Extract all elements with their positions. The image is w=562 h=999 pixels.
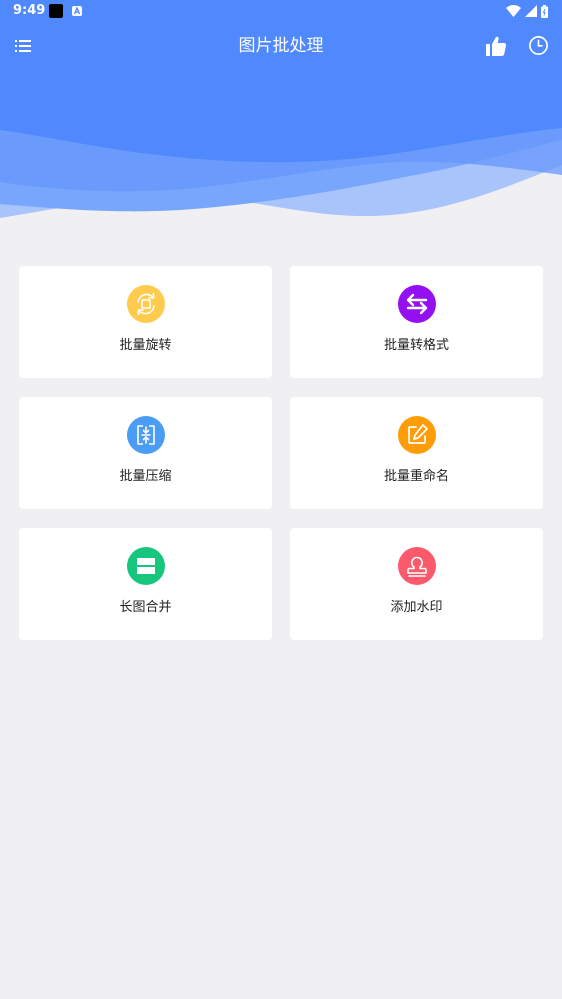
notification-app-icon (49, 4, 63, 18)
wifi-icon (506, 4, 521, 17)
feature-label: 批量转格式 (383, 338, 449, 353)
battery-icon (541, 4, 548, 18)
feature-add-watermark[interactable]: 添加水印 (290, 528, 543, 640)
feature-batch-rename[interactable]: 批量重命名 (290, 397, 543, 509)
header-banner: 9:49 图片批处理 (0, 0, 562, 225)
feature-label: 长图合并 (119, 600, 172, 615)
page-title: 图片批处理 (238, 36, 324, 56)
status-indicators (506, 4, 548, 18)
feature-long-merge[interactable]: 长图合并 (19, 528, 272, 640)
feature-batch-compress[interactable]: 批量压缩 (19, 397, 272, 509)
notification-a-icon (72, 6, 82, 16)
status-time: 9:49 (13, 3, 46, 18)
rotate-icon (127, 285, 165, 323)
clock-icon[interactable] (528, 35, 549, 56)
merge-icon (127, 547, 165, 585)
edit-icon (398, 416, 436, 454)
feature-label: 批量压缩 (119, 469, 172, 484)
status-bar: 9:49 (0, 0, 562, 22)
compress-icon (127, 416, 165, 454)
feature-batch-convert[interactable]: 批量转格式 (290, 266, 543, 378)
stamp-icon (398, 547, 436, 585)
feature-label: 批量重命名 (383, 469, 449, 484)
thumbs-up-icon[interactable] (485, 35, 507, 57)
swap-icon (398, 285, 436, 323)
feature-label: 批量旋转 (119, 338, 172, 353)
toolbar: 图片批处理 (0, 22, 562, 70)
feature-batch-rotate[interactable]: 批量旋转 (19, 266, 272, 378)
signal-icon (525, 5, 537, 17)
feature-label: 添加水印 (390, 600, 443, 615)
